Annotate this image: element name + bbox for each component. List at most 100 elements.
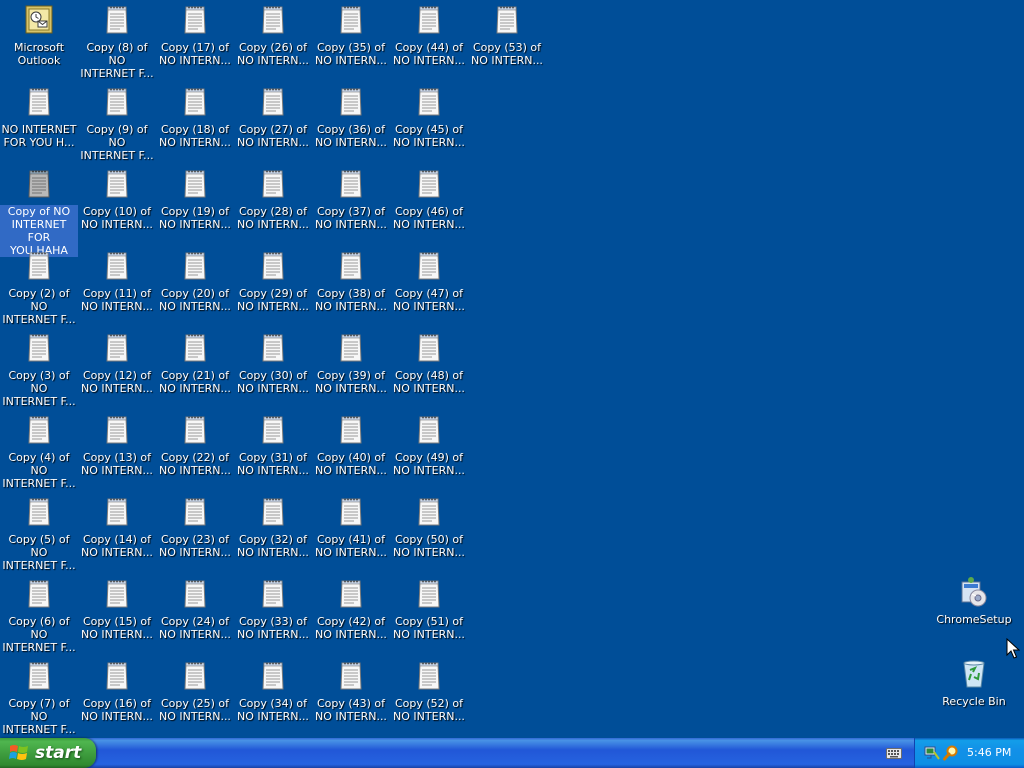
desktop-icon-file[interactable]: Copy (38) of NO INTERN... [312,248,390,328]
desktop-icon-file[interactable]: Copy (47) of NO INTERN... [390,248,468,328]
clock[interactable]: 5:46 PM [967,746,1011,759]
desktop-icon-file[interactable]: Copy (24) of NO INTERN... [156,576,234,656]
recycle-bin-shortcut[interactable]: Recycle Bin [935,656,1013,736]
notepad-icon [179,578,211,610]
desktop-icon-file[interactable]: Copy (52) of NO INTERN... [390,658,468,738]
search-icon[interactable] [943,745,959,761]
desktop-icon-file[interactable]: Copy (40) of NO INTERN... [312,412,390,492]
outlook-shortcut[interactable]: Microsoft Outlook [0,2,78,82]
notepad-icon [23,168,55,200]
desktop-icon-file[interactable]: Copy (23) of NO INTERN... [156,494,234,574]
desktop-icon-file[interactable]: Copy (39) of NO INTERN... [312,330,390,410]
desktop-icon-file[interactable]: Copy (44) of NO INTERN... [390,2,468,82]
desktop-icon-file[interactable]: Copy (45) of NO INTERN... [390,84,468,164]
notepad-icon [413,660,445,692]
desktop-icon-file[interactable]: Copy (49) of NO INTERN... [390,412,468,492]
desktop-icon-label: Copy (30) of NO INTERN... [237,369,309,395]
desktop-icon-label: Copy (28) of NO INTERN... [237,205,309,231]
desktop-icon-file[interactable]: Copy (11) of NO INTERN... [78,248,156,328]
desktop-icon-file[interactable]: Copy (35) of NO INTERN... [312,2,390,82]
desktop-icon-label: Copy (11) of NO INTERN... [81,287,153,313]
desktop-icon-label: Copy (41) of NO INTERN... [315,533,387,559]
desktop-icon-file[interactable]: Copy (50) of NO INTERN... [390,494,468,574]
desktop-icon-file[interactable]: Copy (51) of NO INTERN... [390,576,468,656]
notepad-icon [335,578,367,610]
desktop-icon-file[interactable]: Copy (14) of NO INTERN... [78,494,156,574]
desktop-icon-file[interactable]: Copy (43) of NO INTERN... [312,658,390,738]
desktop-icon-file[interactable]: Copy (8) of NO INTERNET F... [78,2,156,82]
desktop-icon-file[interactable]: Copy (22) of NO INTERN... [156,412,234,492]
notepad-icon [335,332,367,364]
desktop-icon-file[interactable]: Copy (27) of NO INTERN... [234,84,312,164]
notepad-icon [101,496,133,528]
desktop-icon-file[interactable]: Copy (13) of NO INTERN... [78,412,156,492]
desktop-icon-file[interactable]: Copy (36) of NO INTERN... [312,84,390,164]
desktop-icon-file[interactable]: Copy (12) of NO INTERN... [78,330,156,410]
notepad-icon [23,414,55,446]
desktop-icon-file[interactable]: Copy (3) of NO INTERNET F... [0,330,78,410]
desktop-icon-file[interactable]: Copy (7) of NO INTERNET F... [0,658,78,738]
desktop-icon-label: Copy (18) of NO INTERN... [159,123,231,149]
notepad-icon [179,250,211,282]
desktop-icon-file[interactable]: Copy (30) of NO INTERN... [234,330,312,410]
desktop-icon-file[interactable]: Copy (17) of NO INTERN... [156,2,234,82]
desktop-icon-file[interactable]: Copy of NO INTERNET FOR YOU HAHA [0,166,78,257]
desktop[interactable]: Microsoft Outlook NO INTERNET FOR YOU H..… [0,0,1024,738]
desktop-icon-file[interactable]: Copy (19) of NO INTERN... [156,166,234,246]
desktop-icon-file[interactable]: Copy (53) of NO INTERN... [468,2,546,82]
desktop-icon-file[interactable]: Copy (37) of NO INTERN... [312,166,390,246]
notepad-icon [179,496,211,528]
notepad-icon [179,660,211,692]
desktop-icon-file[interactable]: Copy (48) of NO INTERN... [390,330,468,410]
desktop-icon-file[interactable]: Copy (5) of NO INTERNET F... [0,494,78,574]
desktop-icon-label: Copy (4) of NO INTERNET F... [2,451,76,490]
start-button[interactable]: start [0,738,96,768]
desktop-icon-file[interactable]: Copy (18) of NO INTERN... [156,84,234,164]
desktop-icon-file[interactable]: Copy (20) of NO INTERN... [156,248,234,328]
desktop-icon-file[interactable]: Copy (34) of NO INTERN... [234,658,312,738]
desktop-icon-label: Copy (13) of NO INTERN... [81,451,153,477]
desktop-icon-file[interactable]: NO INTERNET FOR YOU H... [0,84,78,164]
desktop-icon-label: Copy (22) of NO INTERN... [159,451,231,477]
desktop-icon-file[interactable]: Copy (29) of NO INTERN... [234,248,312,328]
notepad-icon [23,332,55,364]
desktop-icon-file[interactable]: Copy (9) of NO INTERNET F... [78,84,156,164]
notepad-icon [179,168,211,200]
desktop-icon-label: Copy (42) of NO INTERN... [315,615,387,641]
desktop-icon-file[interactable]: Copy (26) of NO INTERN... [234,2,312,82]
desktop-icon-label: Copy (19) of NO INTERN... [159,205,231,231]
desktop-icon-file[interactable]: Copy (33) of NO INTERN... [234,576,312,656]
desktop-icon-file[interactable]: Copy (4) of NO INTERNET F... [0,412,78,492]
chrome-setup-shortcut[interactable]: ChromeSetup [935,574,1013,654]
desktop-icon-file[interactable]: Copy (41) of NO INTERN... [312,494,390,574]
notepad-icon [257,332,289,364]
desktop-icon-file[interactable]: Copy (16) of NO INTERN... [78,658,156,738]
notepad-icon [413,250,445,282]
desktop-icon-label: Copy (39) of NO INTERN... [315,369,387,395]
network-icon[interactable] [924,745,940,761]
notepad-icon [335,660,367,692]
desktop-icon-label: Copy (53) of NO INTERN... [471,41,543,67]
desktop-icon-file[interactable]: Copy (31) of NO INTERN... [234,412,312,492]
desktop-icon-file[interactable]: Copy (46) of NO INTERN... [390,166,468,246]
desktop-icon-file[interactable]: Copy (25) of NO INTERN... [156,658,234,738]
desktop-icon-file[interactable]: Copy (28) of NO INTERN... [234,166,312,246]
desktop-icon-file[interactable]: Copy (6) of NO INTERNET F... [0,576,78,656]
desktop-icon-file[interactable]: Copy (10) of NO INTERN... [78,166,156,246]
desktop-icon-label: Recycle Bin [942,695,1006,708]
desktop-icon-file[interactable]: Copy (32) of NO INTERN... [234,494,312,574]
desktop-icon-label: Copy (9) of NO INTERNET F... [80,123,154,162]
desktop-icon-label: Copy (17) of NO INTERN... [159,41,231,67]
keyboard-icon[interactable] [886,746,902,760]
desktop-icon-file[interactable]: Copy (21) of NO INTERN... [156,330,234,410]
notepad-icon [179,414,211,446]
notepad-icon [257,660,289,692]
notepad-icon [413,168,445,200]
notepad-icon [23,578,55,610]
notepad-icon [23,86,55,118]
desktop-icon-file[interactable]: Copy (42) of NO INTERN... [312,576,390,656]
desktop-icon-file[interactable]: Copy (2) of NO INTERNET F... [0,248,78,328]
desktop-icon-label: Copy (24) of NO INTERN... [159,615,231,641]
desktop-icon-label: Copy (32) of NO INTERN... [237,533,309,559]
desktop-icon-file[interactable]: Copy (15) of NO INTERN... [78,576,156,656]
